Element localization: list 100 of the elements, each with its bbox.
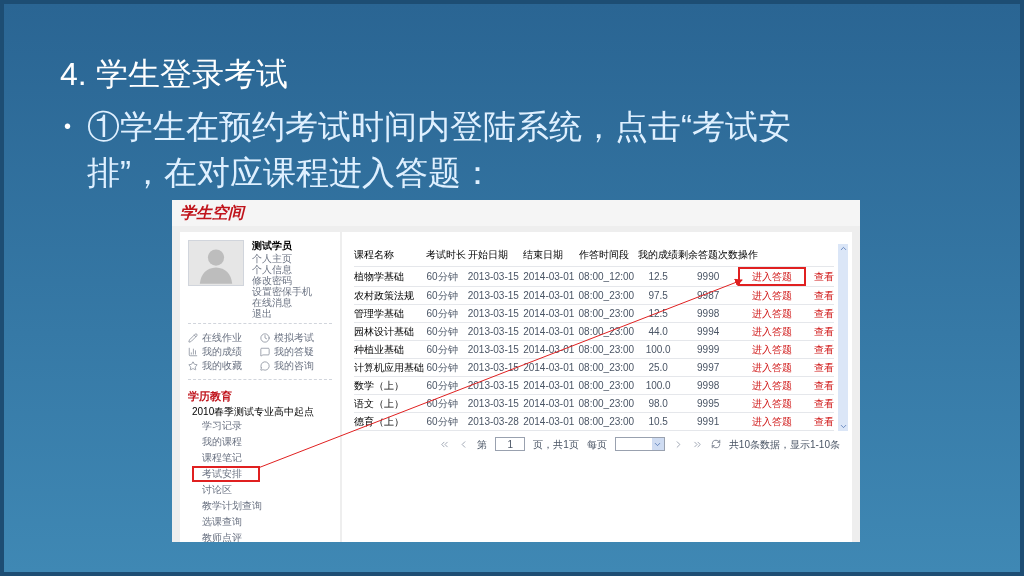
table-cell: 9994 bbox=[678, 322, 739, 340]
table-cell: 9990 bbox=[678, 266, 739, 286]
table-cell: 9998 bbox=[678, 376, 739, 394]
column-header: 开始日期 bbox=[467, 244, 524, 266]
view-link[interactable]: 查看 bbox=[814, 323, 835, 339]
table-cell: 9998 bbox=[678, 304, 739, 322]
table-cell: 语文（上） bbox=[354, 394, 427, 412]
table-cell: 97.5 bbox=[638, 286, 679, 304]
table-cell: 2013-03-15 bbox=[467, 286, 524, 304]
table-cell: 08:00_23:00 bbox=[578, 412, 639, 430]
table-cell: 管理学基础 bbox=[354, 304, 427, 322]
nav-item[interactable]: 学习记录 bbox=[192, 417, 244, 434]
enter-exam-link[interactable]: 进入答题 bbox=[738, 395, 807, 411]
refresh-icon[interactable] bbox=[710, 439, 721, 449]
table-cell: 2013-03-15 bbox=[467, 322, 524, 340]
table-cell: 2014-03-01 bbox=[523, 412, 579, 430]
nav-item[interactable]: 选课查询 bbox=[192, 513, 244, 530]
profile-link[interactable]: 设置密保手机 bbox=[252, 286, 312, 297]
profile-link[interactable]: 在线消息 bbox=[252, 297, 312, 308]
nav-item[interactable]: 考试安排 bbox=[192, 465, 260, 482]
bullet-text: ①学生在预约考试时间内登陆系统，点击“考试安排”，在对应课程进入答题： bbox=[87, 107, 792, 193]
view-link[interactable]: 查看 bbox=[814, 395, 835, 411]
column-header: 课程名称 bbox=[354, 244, 427, 266]
profile-link[interactable]: 修改密码 bbox=[252, 275, 312, 286]
table-cell: 100.0 bbox=[638, 340, 679, 358]
table-cell: 计算机应用基础 bbox=[354, 358, 427, 376]
column-header: 作答时间段 bbox=[578, 244, 639, 266]
section-heading: 学历教育 bbox=[188, 389, 233, 404]
pencil-icon bbox=[188, 332, 198, 343]
table-cell: 100.0 bbox=[638, 376, 679, 394]
enter-exam-link[interactable]: 进入答题 bbox=[738, 413, 807, 429]
quick-link[interactable]: 我的收藏 bbox=[188, 360, 260, 371]
table-cell: 60分钟 bbox=[426, 394, 468, 412]
view-link[interactable]: 查看 bbox=[814, 377, 835, 393]
view-link[interactable]: 查看 bbox=[814, 268, 835, 284]
view-link[interactable]: 查看 bbox=[814, 359, 835, 375]
table-cell: 08:00_23:00 bbox=[578, 394, 639, 412]
column-header: 考试时长 bbox=[426, 244, 468, 266]
scrollbar[interactable] bbox=[838, 244, 848, 431]
column-header: 剩余答题次数 bbox=[678, 244, 739, 266]
nav-item[interactable]: 教学计划查询 bbox=[192, 497, 264, 514]
nav-item[interactable]: 教师点评 bbox=[192, 529, 244, 542]
table-cell: 植物学基础 bbox=[354, 266, 427, 286]
table-cell: 60分钟 bbox=[426, 322, 468, 340]
view-link[interactable]: 查看 bbox=[814, 287, 835, 303]
quick-link[interactable]: 我的咨询 bbox=[260, 360, 332, 371]
view-link[interactable]: 查看 bbox=[814, 305, 835, 321]
table-cell: 60分钟 bbox=[426, 358, 468, 376]
table-cell: 10.5 bbox=[638, 412, 679, 430]
table-cell: 种植业基础 bbox=[354, 340, 427, 358]
enter-exam-link[interactable]: 进入答题 bbox=[738, 305, 807, 321]
quick-link[interactable]: 我的答疑 bbox=[260, 346, 332, 357]
table-cell: 25.0 bbox=[638, 358, 679, 376]
table-cell: 60分钟 bbox=[426, 412, 468, 430]
quick-link[interactable]: 在线作业 bbox=[188, 332, 260, 343]
table-cell: 2014-03-01 bbox=[523, 286, 579, 304]
quick-link[interactable]: 我的成绩 bbox=[188, 346, 260, 357]
bullet-mark: • bbox=[64, 114, 71, 139]
quick-link[interactable]: 模拟考试 bbox=[260, 332, 332, 343]
nav-item[interactable]: 我的课程 bbox=[192, 433, 244, 450]
table-cell: 60分钟 bbox=[426, 286, 468, 304]
enter-exam-link[interactable]: 进入答题 bbox=[738, 341, 807, 357]
per-page-label: 每页 bbox=[586, 437, 607, 452]
table-cell: 2014-03-01 bbox=[523, 266, 579, 286]
scroll-up-icon[interactable] bbox=[838, 244, 848, 253]
table-cell: 2013-03-15 bbox=[467, 340, 524, 358]
table-cell: 园林设计基础 bbox=[354, 322, 427, 340]
table-cell: 2013-03-28 bbox=[467, 412, 524, 430]
enter-exam-link[interactable]: 进入答题 bbox=[738, 266, 807, 286]
table-cell: 08:00_23:00 bbox=[578, 286, 639, 304]
nav-item[interactable]: 课程笔记 bbox=[192, 449, 244, 466]
table-cell: 08:00_23:00 bbox=[578, 358, 639, 376]
profile-link[interactable]: 个人主页 bbox=[252, 253, 312, 264]
clock-icon bbox=[260, 332, 270, 343]
profile-link[interactable]: 退出 bbox=[252, 308, 312, 319]
table-cell: 08:00_23:00 bbox=[578, 340, 639, 358]
page-label: 第 bbox=[477, 437, 488, 452]
table-cell: 9991 bbox=[678, 412, 739, 430]
column-header: 结束日期 bbox=[523, 244, 579, 266]
enter-exam-link[interactable]: 进入答题 bbox=[738, 377, 807, 393]
page-input[interactable]: 1 bbox=[495, 437, 526, 451]
table-cell: 2013-03-15 bbox=[467, 304, 524, 322]
star-icon bbox=[188, 360, 198, 371]
table-cell: 2013-03-15 bbox=[467, 266, 524, 286]
table-cell: 农村政策法规 bbox=[354, 286, 427, 304]
enter-exam-link[interactable]: 进入答题 bbox=[738, 359, 807, 375]
profile-link[interactable]: 个人信息 bbox=[252, 264, 312, 275]
table-cell: 98.0 bbox=[638, 394, 679, 412]
column-header: 操作 bbox=[738, 244, 835, 266]
table-cell: 60分钟 bbox=[426, 304, 468, 322]
per-page-select[interactable] bbox=[614, 437, 665, 451]
table-cell: 2014-03-01 bbox=[523, 394, 579, 412]
view-link[interactable]: 查看 bbox=[814, 413, 835, 429]
enter-exam-link[interactable]: 进入答题 bbox=[738, 323, 807, 339]
chart-icon bbox=[188, 346, 198, 357]
page-summary: 共10条数据，显示1-10条 bbox=[728, 437, 840, 452]
enter-exam-link[interactable]: 进入答题 bbox=[738, 287, 807, 303]
nav-item[interactable]: 讨论区 bbox=[192, 481, 234, 498]
table-cell: 数学（上） bbox=[354, 376, 427, 394]
view-link[interactable]: 查看 bbox=[814, 341, 835, 357]
